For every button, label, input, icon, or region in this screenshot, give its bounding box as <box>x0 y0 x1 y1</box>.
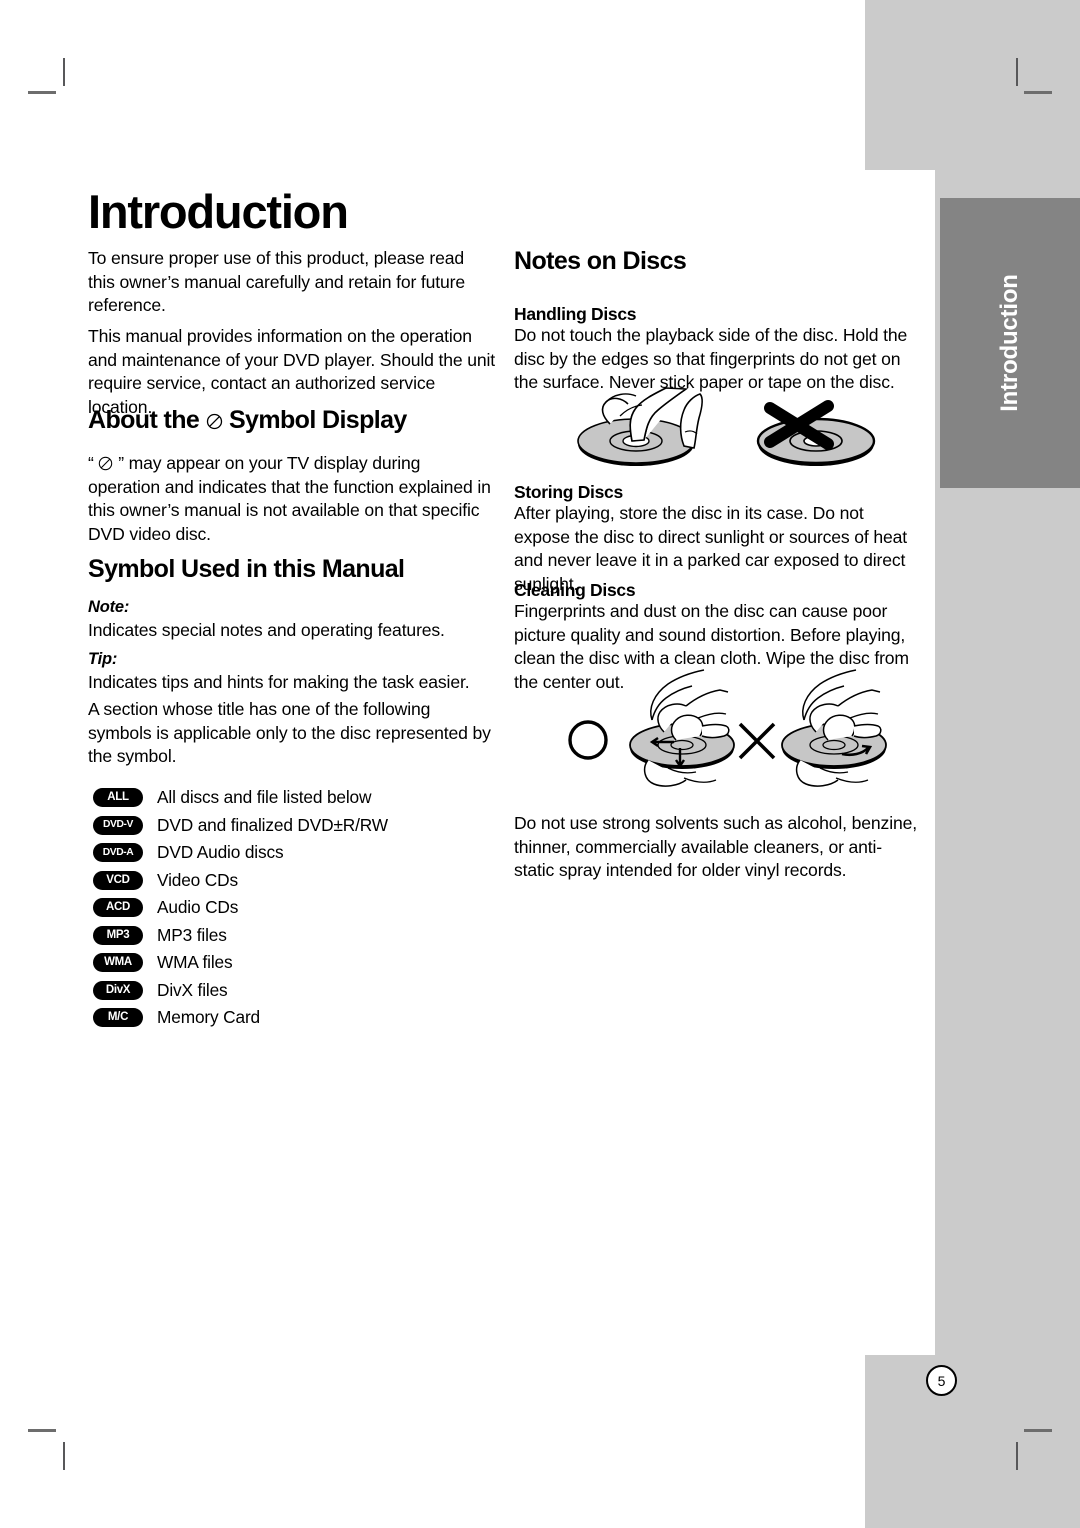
badge-label: MP3 files <box>157 924 227 945</box>
hand-holding-disc-illustration <box>577 387 704 466</box>
wipe-disc-circular-illustration <box>781 669 887 787</box>
crop-mark-top-left-horizontal <box>28 91 56 94</box>
solvents-warning-text: Do not use strong solvents such as alcoh… <box>514 813 917 880</box>
list-item: VCD Video CDs <box>93 867 388 895</box>
note-label: Note: <box>88 598 130 616</box>
badge-label: Memory Card <box>157 1007 261 1028</box>
about-symbol-heading: About the Symbol Display <box>88 406 492 435</box>
tip-label: Tip: <box>88 650 118 668</box>
handling-discs-figure <box>566 386 886 477</box>
badge-label: Audio CDs <box>157 897 239 918</box>
symbol-used-heading: Symbol Used in this Manual <box>88 555 405 583</box>
badge-dvd-v: DVD-V <box>93 815 143 835</box>
handling-discs-text: Do not touch the playback side of the di… <box>514 325 908 392</box>
badge-vcd: VCD <box>93 870 143 890</box>
badge-mp3: MP3 <box>93 925 143 945</box>
wipe-disc-from-center-out-illustration <box>629 669 735 787</box>
side-tab-label: Introduction <box>996 274 1023 412</box>
badge-dvd-a: DVD-A <box>93 843 143 863</box>
side-tab-introduction: Introduction <box>940 198 1080 488</box>
badge-acd: ACD <box>93 898 143 918</box>
storing-discs-heading: Storing Discs <box>514 482 623 502</box>
no-symbol-icon <box>206 413 223 430</box>
tip-block: Tip: Indicates tips and hints for making… <box>88 650 492 695</box>
note-text: Indicates special notes and operating fe… <box>88 620 445 640</box>
disc-with-x-mark-illustration <box>756 400 876 466</box>
intro-paragraph-1: To ensure proper use of this product, pl… <box>88 248 466 315</box>
circle-ok-mark <box>568 720 608 760</box>
badge-label: WMA files <box>157 952 233 973</box>
list-item: DVD-A DVD Audio discs <box>93 839 388 867</box>
about-symbol-heading-after: Symbol Display <box>228 406 407 434</box>
badge-label: DVD Audio discs <box>157 842 284 863</box>
manual-page: Introduction Introduction To ensure prop… <box>0 0 1080 1528</box>
badge-label: DVD and finalized DVD±R/RW <box>157 814 388 835</box>
handling-discs-illustration <box>577 387 876 466</box>
no-symbol-icon-inline <box>98 456 113 471</box>
page-number: 5 <box>926 1365 957 1396</box>
list-item: ALL All discs and file listed below <box>93 784 388 812</box>
disc-symbol-list: ALL All discs and file listed below DVD-… <box>93 784 388 1032</box>
badge-label: Video CDs <box>157 869 238 890</box>
about-symbol-quote-open: “ <box>88 453 94 473</box>
note-block: Note: Indicates special notes and operat… <box>88 598 492 643</box>
cleaning-discs-heading: Cleaning Discs <box>514 580 636 600</box>
badge-label: All discs and file listed below <box>157 787 372 808</box>
cleaning-discs-illustration <box>568 669 887 787</box>
symbol-applies-text: A section whose title has one of the fol… <box>88 699 491 766</box>
cleaning-discs-figure <box>566 668 896 795</box>
badge-label: DivX files <box>157 979 228 1000</box>
crop-mark-bottom-right-horizontal <box>1024 1429 1052 1432</box>
tip-text: Indicates tips and hints for making the … <box>88 672 470 692</box>
notes-on-discs-heading: Notes on Discs <box>514 247 687 275</box>
list-item: DVD-V DVD and finalized DVD±R/RW <box>93 812 388 840</box>
badge-mc: M/C <box>93 1008 143 1028</box>
list-item: M/C Memory Card <box>93 1004 388 1032</box>
about-symbol-paragraph: “ ” may appear on your TV display during… <box>88 452 492 546</box>
handling-discs-heading: Handling Discs <box>514 304 637 324</box>
intro-paragraph-2: This manual provides information on the … <box>88 326 496 417</box>
badge-all: ALL <box>93 788 143 808</box>
about-symbol-heading-before: About the <box>88 406 200 434</box>
page-title: Introduction <box>88 185 349 238</box>
list-item: ACD Audio CDs <box>93 894 388 922</box>
crop-mark-top-right-vertical <box>1016 58 1018 86</box>
badge-wma: WMA <box>93 953 143 973</box>
badge-divx: DivX <box>93 980 143 1000</box>
about-symbol-paragraph-text: ” may appear on your TV display during o… <box>88 453 491 544</box>
list-item: WMA WMA files <box>93 949 388 977</box>
crop-mark-bottom-right-vertical <box>1016 1442 1018 1470</box>
list-item: DivX DivX files <box>93 977 388 1005</box>
crop-mark-top-right-horizontal <box>1024 91 1052 94</box>
cross-x-mark <box>738 722 776 760</box>
list-item: MP3 MP3 files <box>93 922 388 950</box>
crop-mark-top-left-vertical <box>63 58 65 86</box>
crop-mark-bottom-left-vertical <box>63 1442 65 1470</box>
crop-mark-bottom-left-horizontal <box>28 1429 56 1432</box>
